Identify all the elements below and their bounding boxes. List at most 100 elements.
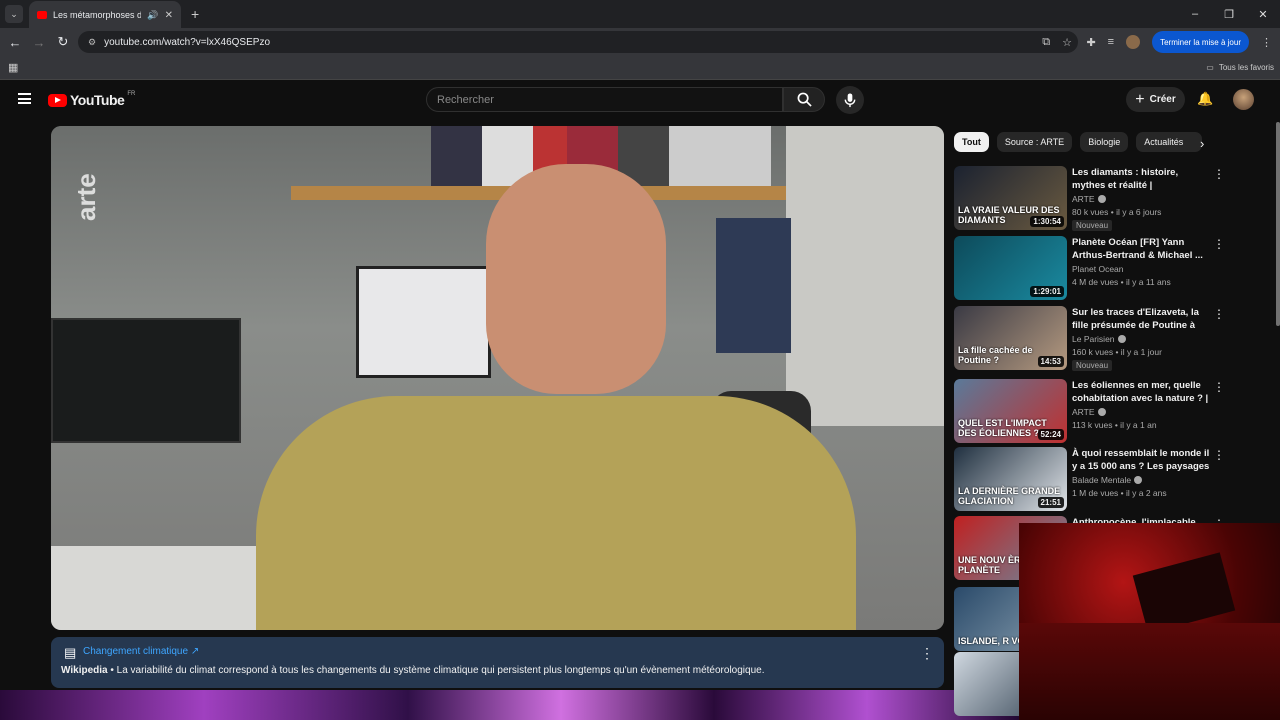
video-poster	[716, 218, 791, 353]
window-controls: – ❐ ✕	[1178, 0, 1280, 28]
reload-icon[interactable]: ↻	[51, 34, 75, 50]
duration-badge: 14:53	[1037, 356, 1064, 367]
channel-name[interactable]: ARTE	[1072, 407, 1106, 417]
video-meta: 160 k vues • il y a 1 jour	[1072, 347, 1162, 357]
create-label: Créer	[1149, 94, 1176, 105]
recommendation-title[interactable]: Sur les traces d'Elizaveta, la fille pré…	[1072, 306, 1212, 332]
more-actions-icon[interactable]: ⋮	[1213, 167, 1225, 181]
new-tab-button[interactable]: +	[191, 6, 199, 22]
recommendation-title[interactable]: Planète Océan [FR] Yann Arthus-Bertrand …	[1072, 236, 1212, 262]
youtube-logo[interactable]: YouTube FR	[48, 91, 136, 108]
arte-watermark: arte	[71, 173, 101, 221]
search-icon	[797, 92, 812, 107]
video-meta: 80 k vues • il y a 6 jours	[1072, 207, 1162, 217]
channel-name[interactable]: ARTE	[1072, 194, 1106, 204]
duration-badge: 1:30:54	[1030, 216, 1064, 227]
recommendation-item[interactable]: LA VRAIE VALEUR DES DIAMANTS 1:30:54 Les d…	[954, 166, 1274, 231]
apps-grid-icon[interactable]: ▦	[8, 61, 18, 74]
tab-title: Les métamorphoses des gla	[53, 10, 142, 20]
hamburger-menu-icon[interactable]	[18, 93, 31, 104]
install-app-icon[interactable]: ⧉	[1042, 36, 1050, 49]
profile-avatar[interactable]	[1126, 35, 1141, 49]
chevron-right-icon[interactable]: ›	[1200, 136, 1204, 151]
site-info-icon[interactable]: ⚙	[88, 37, 96, 48]
new-badge: Nouveau	[1072, 360, 1113, 371]
recommendation-title[interactable]: Les diamants : histoire, mythes et réali…	[1072, 166, 1212, 192]
webcam-overlay	[1019, 523, 1280, 720]
media-controls-icon[interactable]: ≡	[1108, 36, 1114, 48]
folder-icon: ▭	[1206, 63, 1214, 72]
info-panel-source: Wikipedia	[61, 665, 108, 676]
video-meta: 4 M de vues • il y a 11 ans	[1072, 277, 1171, 287]
close-tab-icon[interactable]: ✕	[165, 10, 173, 21]
duration-badge: 1:29:01	[1030, 286, 1064, 297]
notifications-bell-icon[interactable]: 🔔	[1197, 91, 1213, 107]
more-actions-icon[interactable]: ⋮	[1213, 380, 1225, 394]
more-options-icon[interactable]: ⋮	[920, 645, 934, 662]
more-actions-icon[interactable]: ⋮	[1213, 307, 1225, 321]
video-player[interactable]: arte	[51, 126, 944, 630]
chip-source-arte[interactable]: Source : ARTE	[996, 132, 1073, 152]
video-meta: 1 M de vues • il y a 2 ans	[1072, 488, 1167, 498]
video-thumbnail[interactable]: QUEL EST L'IMPACT DES ÉOLIENNES ? 52:24	[954, 379, 1067, 443]
video-person-body	[256, 396, 856, 630]
minimize-icon[interactable]: –	[1178, 8, 1212, 20]
info-panel-text: • La variabilité du climat correspond à …	[107, 665, 765, 676]
video-thumbnail[interactable]: LA DERNIÈRE GRANDE GLACIATION 21:51	[954, 447, 1067, 511]
verified-check-icon	[1117, 335, 1126, 343]
close-window-icon[interactable]: ✕	[1246, 8, 1280, 21]
search-input[interactable]: Rechercher	[426, 87, 783, 112]
search-button[interactable]	[783, 87, 825, 112]
chip-biology[interactable]: Biologie	[1080, 132, 1129, 152]
video-thumbnail[interactable]: 1:29:01	[954, 236, 1067, 300]
recommendation-item[interactable]: QUEL EST L'IMPACT DES ÉOLIENNES ? 52:24 Le…	[954, 379, 1274, 443]
info-panel-title: Changement climatique	[83, 646, 189, 657]
plus-icon: +	[1135, 90, 1145, 108]
youtube-header: YouTube FR Rechercher + Créer 🔔	[0, 80, 1280, 120]
more-actions-icon[interactable]: ⋮	[1213, 237, 1225, 251]
user-avatar[interactable]	[1233, 89, 1254, 110]
scrollbar[interactable]	[1276, 122, 1280, 326]
recommendation-item[interactable]: LA DERNIÈRE GRANDE GLACIATION 21:51 À quoi…	[954, 447, 1274, 511]
duration-badge: 52:24	[1037, 429, 1064, 440]
chip-all[interactable]: Tout	[954, 132, 989, 152]
video-desk	[51, 546, 271, 630]
create-button[interactable]: + Créer	[1126, 87, 1185, 112]
more-actions-icon[interactable]: ⋮	[1213, 448, 1225, 462]
chip-news[interactable]: Actualités	[1136, 132, 1203, 152]
browser-tab[interactable]: Les métamorphoses des gla 🔊 ✕	[29, 1, 181, 29]
recommendation-title[interactable]: À quoi ressemblait le monde il y a 15 00…	[1072, 447, 1212, 473]
bookmarks-bar: ▦ ▭ Tous les favoris	[0, 56, 1280, 80]
browser-tab-strip: ⌄ Les métamorphoses des gla 🔊 ✕ + – ❐ ✕	[0, 0, 1280, 29]
recommendation-item[interactable]: 1:29:01 Planète Océan [FR] Yann Arthus-Be…	[954, 236, 1274, 300]
region-code: FR	[127, 91, 136, 97]
filter-chips: Tout Source : ARTE Biologie Actualités	[954, 132, 1203, 152]
video-thumbnail[interactable]: LA VRAIE VALEUR DES DIAMANTS 1:30:54	[954, 166, 1067, 230]
address-bar[interactable]: ⚙ youtube.com/watch?v=lxX46QSEPzo ⧉ ☆	[78, 31, 1078, 53]
tab-search-button[interactable]: ⌄	[5, 5, 23, 23]
speaker-icon[interactable]: 🔊	[147, 10, 158, 21]
update-button[interactable]: Terminer la mise à jour	[1152, 31, 1249, 53]
restore-icon[interactable]: ❐	[1212, 8, 1246, 21]
channel-name[interactable]: Balade Mentale	[1072, 475, 1143, 485]
back-icon[interactable]: ←	[3, 35, 27, 50]
recommendation-title[interactable]: Les éoliennes en mer, quelle cohabitatio…	[1072, 379, 1212, 405]
verified-check-icon	[1134, 476, 1143, 484]
voice-search-button[interactable]	[836, 86, 864, 114]
browser-toolbar: ← → ↻ ⚙ youtube.com/watch?v=lxX46QSEPzo …	[0, 28, 1280, 56]
info-panel-title-link[interactable]: Changement climatique ↗	[83, 646, 199, 657]
channel-name[interactable]: Le Parisien	[1072, 334, 1126, 344]
channel-name[interactable]: Planet Ocean	[1072, 264, 1124, 274]
all-bookmarks-label: Tous les favoris	[1218, 63, 1274, 72]
extensions-icon[interactable]: ✚	[1086, 36, 1095, 49]
overlay-strip	[0, 690, 1020, 720]
url-text[interactable]: youtube.com/watch?v=lxX46QSEPzo	[104, 37, 270, 48]
video-thumbnail[interactable]: La fille cachée de Poutine ? 14:53	[954, 306, 1067, 370]
verified-check-icon	[1097, 195, 1106, 203]
bookmark-star-icon[interactable]: ☆	[1062, 36, 1072, 49]
verified-check-icon	[1097, 408, 1106, 416]
forward-icon[interactable]: →	[27, 35, 51, 50]
all-bookmarks[interactable]: ▭ Tous les favoris	[1206, 63, 1274, 72]
menu-dots-icon[interactable]: ⋮	[1261, 36, 1272, 49]
recommendation-item[interactable]: La fille cachée de Poutine ? 14:53 Sur les…	[954, 306, 1274, 371]
